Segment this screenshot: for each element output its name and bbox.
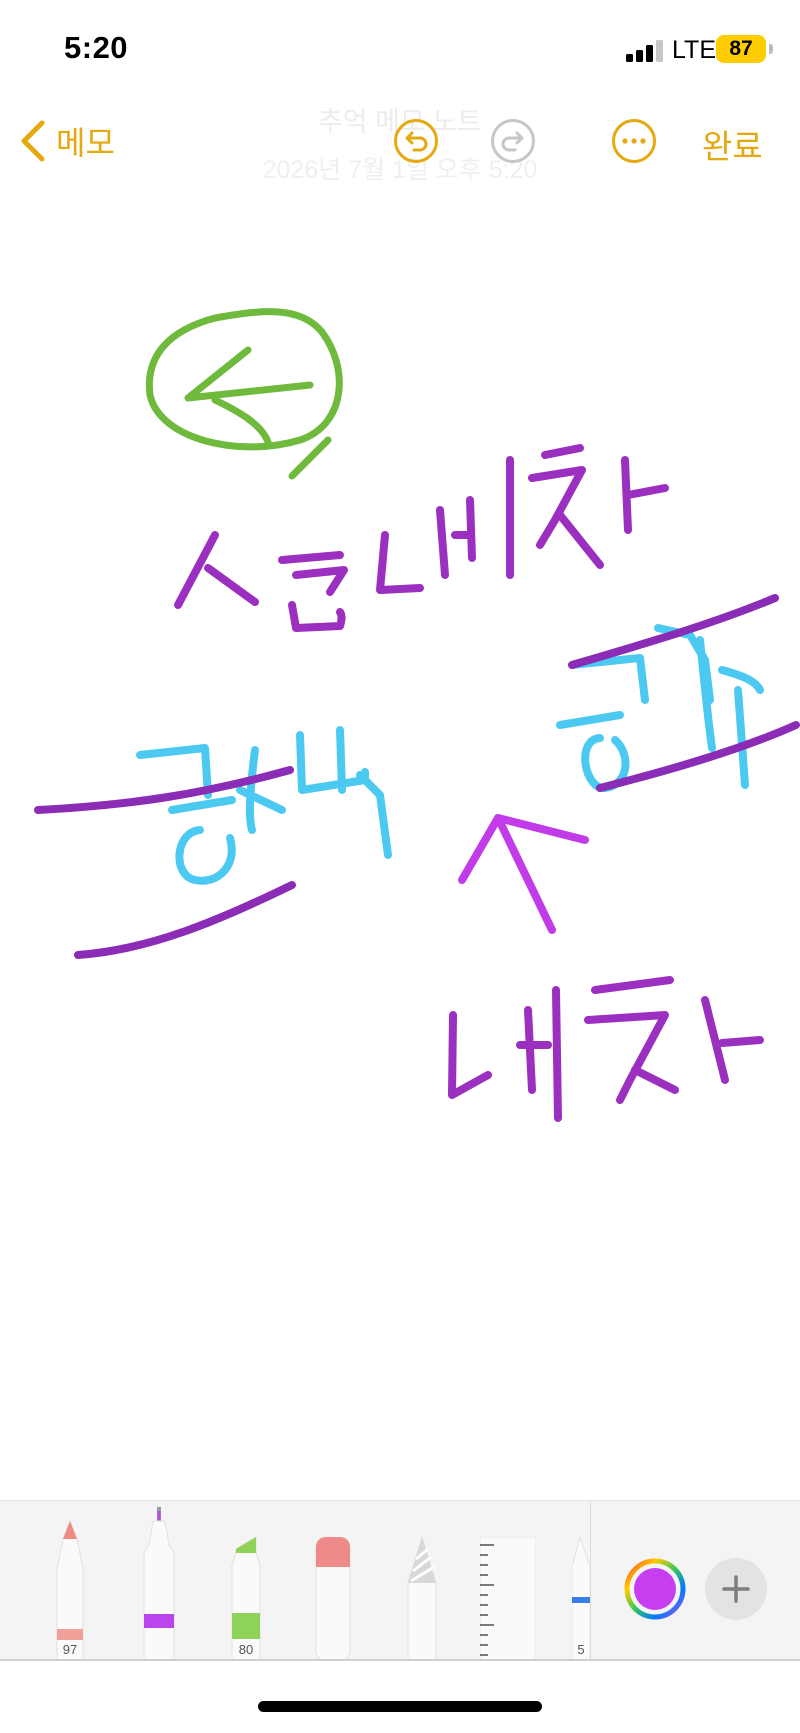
status-time: 5:20 <box>64 30 129 65</box>
pen-tool-number: 97 <box>62 1642 78 1657</box>
tool-palette: 97 80 5 <box>0 1500 800 1662</box>
add-tool-button[interactable] <box>705 1558 767 1620</box>
purple-strike-lines <box>34 594 800 959</box>
cyan-text-left <box>136 726 392 885</box>
green-back-arrow-doodle <box>145 308 343 480</box>
crayon-tool[interactable]: 5 <box>572 1537 590 1661</box>
pen-tool-icon <box>56 1519 84 1662</box>
undo-icon[interactable] <box>393 118 439 164</box>
ruler-tool-icon <box>479 1536 537 1662</box>
eraser-tool-icon <box>315 1536 351 1662</box>
network-type: LTE <box>672 36 716 64</box>
palette-bottom-border <box>0 1659 800 1661</box>
purple-text-sangdaecha <box>174 444 669 632</box>
pen-tool[interactable]: 97 <box>50 1519 90 1662</box>
back-label: 메모 <box>56 125 115 161</box>
cellular-signal-icon <box>626 40 663 62</box>
battery-icon: 87 <box>716 35 766 63</box>
battery-tip <box>769 44 773 54</box>
battery-level: 87 <box>729 37 753 60</box>
light-purple-caret <box>458 814 589 934</box>
marker-tool-number: 80 <box>238 1642 254 1657</box>
done-button[interactable]: 완료 <box>702 120 763 168</box>
cyan-text-right <box>556 624 764 792</box>
ruler-tool[interactable] <box>479 1536 537 1662</box>
lasso-tool[interactable] <box>402 1535 442 1662</box>
palette-divider <box>590 1501 591 1661</box>
plus-icon <box>722 1575 750 1603</box>
marker-tool[interactable]: 80 <box>226 1536 266 1662</box>
eraser-tool[interactable] <box>314 1536 352 1662</box>
fineliner-tool[interactable] <box>139 1507 179 1662</box>
status-bar: 5:20 LTE 87 <box>0 0 800 100</box>
more-options-icon[interactable] <box>611 118 657 164</box>
purple-text-naecha <box>448 976 764 1122</box>
fineliner-tool-icon <box>143 1507 175 1662</box>
redo-icon[interactable] <box>490 118 536 164</box>
crayon-tool-number: 5 <box>577 1642 585 1657</box>
lasso-tool-icon <box>407 1535 437 1662</box>
chevron-left-icon <box>21 120 45 162</box>
back-button[interactable]: 메모 <box>18 118 115 164</box>
home-indicator[interactable] <box>258 1701 542 1712</box>
color-picker-icon[interactable] <box>624 1558 686 1620</box>
drawing-canvas[interactable] <box>0 210 800 1500</box>
